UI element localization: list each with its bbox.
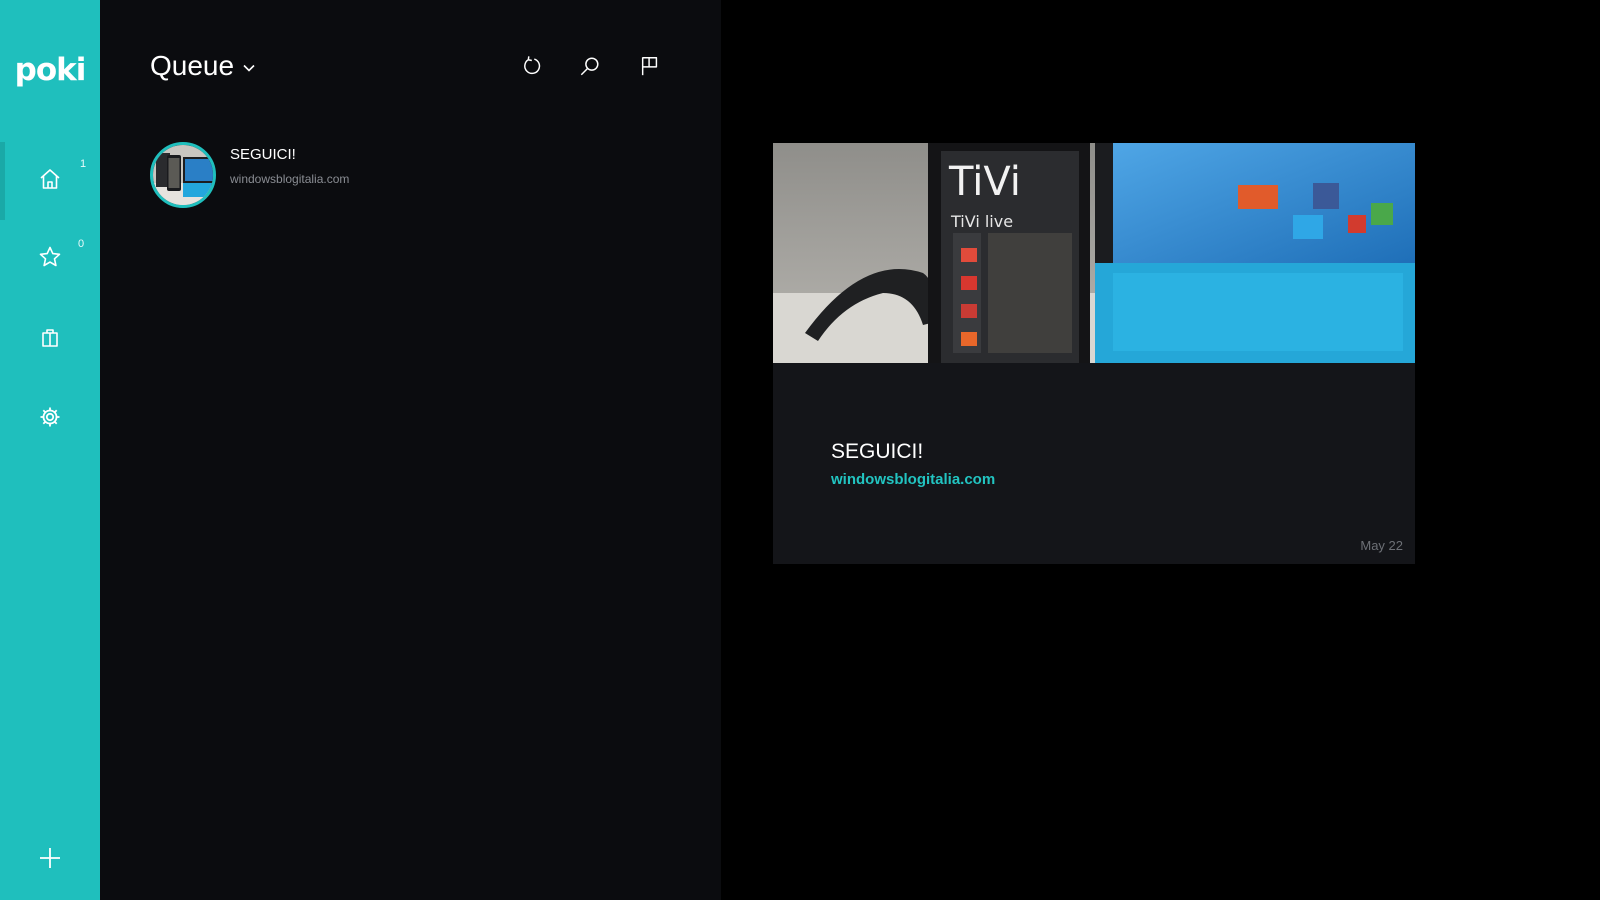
- app-logo[interactable]: poki: [0, 52, 100, 88]
- add-button[interactable]: [0, 842, 100, 878]
- reader-source-link[interactable]: windowsblogitalia.com: [831, 471, 995, 488]
- article-card: TiVi TiVi live SEGUICI! windowsblogitali…: [773, 143, 1415, 564]
- article-hero-image: TiVi TiVi live: [773, 143, 1415, 363]
- page-title: Queue: [150, 50, 235, 81]
- flag-button[interactable]: [636, 54, 664, 82]
- star-icon: [38, 245, 62, 274]
- plus-icon: [38, 846, 62, 875]
- chevron-down-icon: [242, 50, 256, 82]
- sidebar: poki 1 0: [0, 0, 100, 900]
- article-thumbnail: [150, 142, 216, 208]
- svg-text:TiVi live: TiVi live: [950, 212, 1013, 231]
- bag-icon: [38, 325, 62, 354]
- queue-dropdown[interactable]: Queue: [150, 50, 256, 82]
- sidebar-item-favorites[interactable]: 0: [0, 220, 100, 298]
- home-count: 1: [80, 158, 87, 170]
- gear-icon: [38, 405, 62, 434]
- app-window: poki 1 0 Queue SEGUICI! windowsblogitali…: [0, 0, 1600, 900]
- search-button[interactable]: [576, 54, 604, 82]
- list-item[interactable]: SEGUICI! windowsblogitalia.com: [150, 142, 690, 208]
- reader-pane: TiVi TiVi live SEGUICI! windowsblogitali…: [721, 0, 1600, 900]
- article-list-pane: Queue SEGUICI! windowsblogitalia.com: [100, 0, 721, 900]
- refresh-button[interactable]: [518, 54, 546, 82]
- sidebar-item-settings[interactable]: [0, 380, 100, 458]
- sidebar-item-home[interactable]: 1: [0, 142, 100, 220]
- search-icon: [579, 55, 601, 82]
- reader-date: May 22: [1360, 538, 1403, 553]
- article-title: SEGUICI!: [230, 146, 296, 163]
- favorites-count: 0: [78, 238, 85, 250]
- svg-text:TiVi: TiVi: [948, 159, 1021, 205]
- home-icon: [38, 167, 62, 196]
- article-source: windowsblogitalia.com: [230, 172, 350, 186]
- flag-icon: [639, 55, 661, 82]
- refresh-icon: [521, 55, 543, 82]
- sidebar-item-archive[interactable]: [0, 300, 100, 378]
- reader-article-title: SEGUICI!: [831, 440, 924, 463]
